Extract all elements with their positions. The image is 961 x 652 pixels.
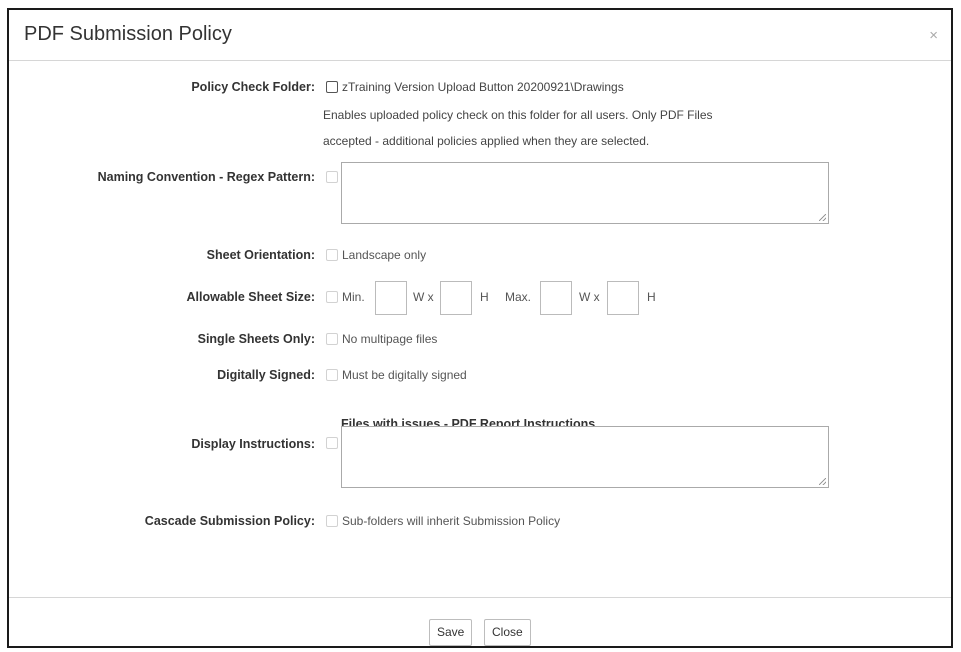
display-instructions-textarea[interactable]	[341, 426, 829, 488]
policy-check-folder-description-line2: accepted - additional policies applied w…	[323, 134, 650, 148]
allowable-sheet-size-checkbox[interactable]	[326, 291, 338, 303]
save-button[interactable]: Save	[429, 619, 473, 646]
naming-convention-checkbox[interactable]	[326, 171, 338, 183]
max-height-unit-label: H	[647, 290, 656, 304]
display-instructions-label: Display Instructions:	[191, 437, 315, 451]
max-width-input[interactable]	[540, 281, 572, 315]
sheet-orientation-option: Landscape only	[342, 248, 427, 262]
policy-check-folder-label: Policy Check Folder:	[191, 80, 315, 94]
single-sheets-label: Single Sheets Only:	[197, 332, 315, 346]
close-button[interactable]: Close	[484, 619, 531, 646]
max-width-unit-label: W x	[579, 290, 600, 304]
cascade-checkbox[interactable]	[326, 515, 338, 527]
naming-convention-label: Naming Convention - Regex Pattern:	[97, 170, 315, 184]
cascade-option: Sub-folders will inherit Submission Poli…	[342, 514, 561, 528]
min-height-unit-label: H	[480, 290, 489, 304]
policy-check-folder-description-line1: Enables uploaded policy check on this fo…	[323, 108, 713, 122]
min-height-input[interactable]	[440, 281, 472, 315]
min-width-input[interactable]	[375, 281, 407, 315]
pdf-submission-policy-dialog: PDF Submission Policy × Policy Check Fol…	[7, 8, 953, 648]
allowable-sheet-size-label: Allowable Sheet Size:	[186, 290, 315, 304]
naming-convention-textarea[interactable]	[341, 162, 829, 224]
min-width-unit-label: W x	[413, 290, 434, 304]
close-icon[interactable]: ×	[929, 27, 938, 44]
single-sheets-checkbox[interactable]	[326, 333, 338, 345]
sheet-orientation-checkbox[interactable]	[326, 249, 338, 261]
policy-check-folder-path: zTraining Version Upload Button 20200921…	[342, 80, 624, 94]
min-label: Min.	[342, 290, 365, 304]
digitally-signed-label: Digitally Signed:	[217, 368, 315, 382]
resize-grip-icon[interactable]	[819, 214, 826, 221]
digitally-signed-option: Must be digitally signed	[342, 368, 467, 382]
dialog-title: PDF Submission Policy	[24, 23, 232, 45]
policy-check-folder-checkbox[interactable]	[326, 81, 338, 93]
max-height-input[interactable]	[607, 281, 639, 315]
resize-grip-icon[interactable]	[819, 478, 826, 485]
dialog-footer: Save Close	[9, 597, 951, 646]
sheet-orientation-label: Sheet Orientation:	[206, 248, 315, 262]
max-label: Max.	[505, 290, 532, 304]
single-sheets-option: No multipage files	[342, 332, 438, 346]
dialog-header: PDF Submission Policy ×	[9, 10, 951, 61]
cascade-label: Cascade Submission Policy:	[144, 514, 315, 528]
digitally-signed-checkbox[interactable]	[326, 369, 338, 381]
display-instructions-checkbox[interactable]	[326, 437, 338, 449]
